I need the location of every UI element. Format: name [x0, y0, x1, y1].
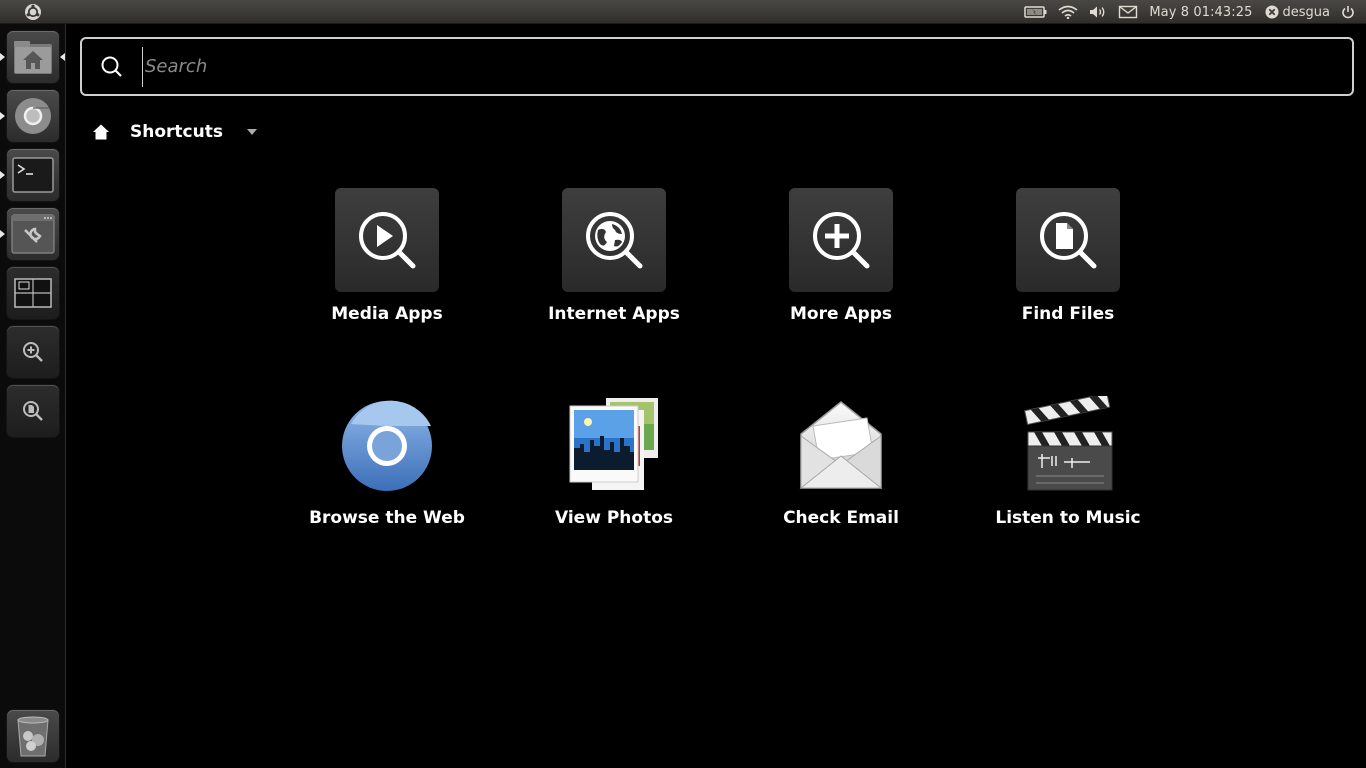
launcher-terminal[interactable] — [7, 149, 59, 201]
battery-indicator[interactable] — [1019, 0, 1053, 24]
music-clapboard-icon — [1024, 396, 1113, 491]
active-indicator — [60, 53, 65, 61]
tile-icon-box — [562, 188, 666, 292]
more-apps-icon — [813, 212, 870, 269]
tile-label: Internet Apps — [548, 304, 680, 324]
tile-icon — [335, 392, 439, 496]
tile-label: Find Files — [1021, 304, 1115, 324]
running-indicator — [0, 171, 5, 179]
indicator-area: May 8 01:43:25 desgua — [1019, 0, 1366, 24]
chromium-icon — [15, 98, 51, 134]
home-icon — [93, 124, 109, 140]
app-listen-to-music[interactable]: Listen to Music — [968, 392, 1168, 528]
launcher-files-lens[interactable] — [7, 385, 59, 437]
app-check-email[interactable]: Check Email — [741, 392, 941, 528]
launcher-home-folder[interactable] — [7, 31, 59, 83]
volume-icon — [1090, 6, 1105, 18]
home-folder-icon — [14, 41, 52, 74]
files-lens-icon — [23, 401, 43, 421]
photos-icon — [569, 398, 658, 490]
email-icon — [799, 401, 883, 489]
username-label: desgua — [1282, 4, 1330, 20]
tile-icon-box — [335, 188, 439, 292]
terminal-icon — [12, 157, 54, 193]
session-indicator[interactable] — [1336, 0, 1360, 24]
chromium-icon — [342, 400, 432, 491]
app-view-photos[interactable]: View Photos — [514, 392, 714, 528]
shortcut-find-files[interactable]: Find Files — [968, 188, 1168, 324]
wifi-icon — [1058, 5, 1078, 19]
search-icon-wrap — [82, 55, 142, 79]
launcher-trash[interactable] — [7, 710, 59, 762]
tile-icon — [562, 392, 666, 496]
search-icon — [101, 56, 122, 77]
chevron-down-icon[interactable] — [246, 129, 257, 135]
running-indicator — [0, 112, 5, 120]
power-icon — [1342, 6, 1354, 19]
tile-label: Media Apps — [331, 304, 443, 324]
network-indicator[interactable] — [1053, 0, 1083, 24]
tile-label: Check Email — [783, 508, 899, 528]
app-browse-the-web[interactable]: Browse the Web — [287, 392, 487, 528]
shortcut-media-apps[interactable]: Media Apps — [287, 188, 487, 324]
launcher — [0, 24, 66, 768]
tile-icon — [789, 392, 893, 496]
trash-icon — [17, 716, 49, 757]
envelope-icon — [1119, 5, 1138, 19]
tile-icon-box — [789, 188, 893, 292]
user-status-icon — [1265, 5, 1279, 19]
sound-indicator[interactable] — [1083, 0, 1113, 24]
workspace-switcher-icon — [14, 278, 52, 308]
running-indicator — [0, 230, 5, 238]
applications-lens-icon — [23, 342, 43, 362]
category-label: Shortcuts — [130, 122, 223, 142]
launcher-workspace-switcher[interactable] — [7, 267, 59, 319]
ubuntu-logo-button[interactable] — [0, 0, 66, 24]
ubuntu-logo-icon — [25, 4, 41, 20]
clock-text: May 8 01:43:25 — [1149, 4, 1253, 20]
tile-label: Listen to Music — [995, 508, 1141, 528]
media-apps-icon — [359, 212, 416, 269]
battery-icon — [1024, 6, 1047, 18]
search-bar[interactable] — [80, 37, 1354, 96]
running-indicator — [0, 53, 5, 61]
find-files-icon — [1040, 212, 1097, 269]
tile-icon-box — [1016, 188, 1120, 292]
tile-label: View Photos — [554, 508, 673, 528]
top-panel: May 8 01:43:25 desgua — [0, 0, 1366, 24]
launcher-system-settings[interactable] — [7, 208, 59, 260]
system-settings-icon — [11, 214, 55, 254]
launcher-chromium[interactable] — [7, 90, 59, 142]
internet-apps-icon — [586, 212, 643, 269]
tile-icon — [1016, 392, 1120, 496]
clock-indicator[interactable]: May 8 01:43:25 — [1143, 0, 1258, 24]
shortcut-more-apps[interactable]: More Apps — [741, 188, 941, 324]
messaging-indicator[interactable] — [1113, 0, 1143, 24]
tile-label: Browse the Web — [309, 508, 465, 528]
tile-label: More Apps — [789, 304, 893, 324]
shortcut-internet-apps[interactable]: Internet Apps — [514, 188, 714, 324]
search-input[interactable] — [142, 46, 1352, 87]
launcher-applications-lens[interactable] — [7, 326, 59, 378]
user-indicator[interactable]: desgua — [1259, 0, 1336, 24]
lens-category-selector[interactable]: Shortcuts — [92, 121, 257, 143]
